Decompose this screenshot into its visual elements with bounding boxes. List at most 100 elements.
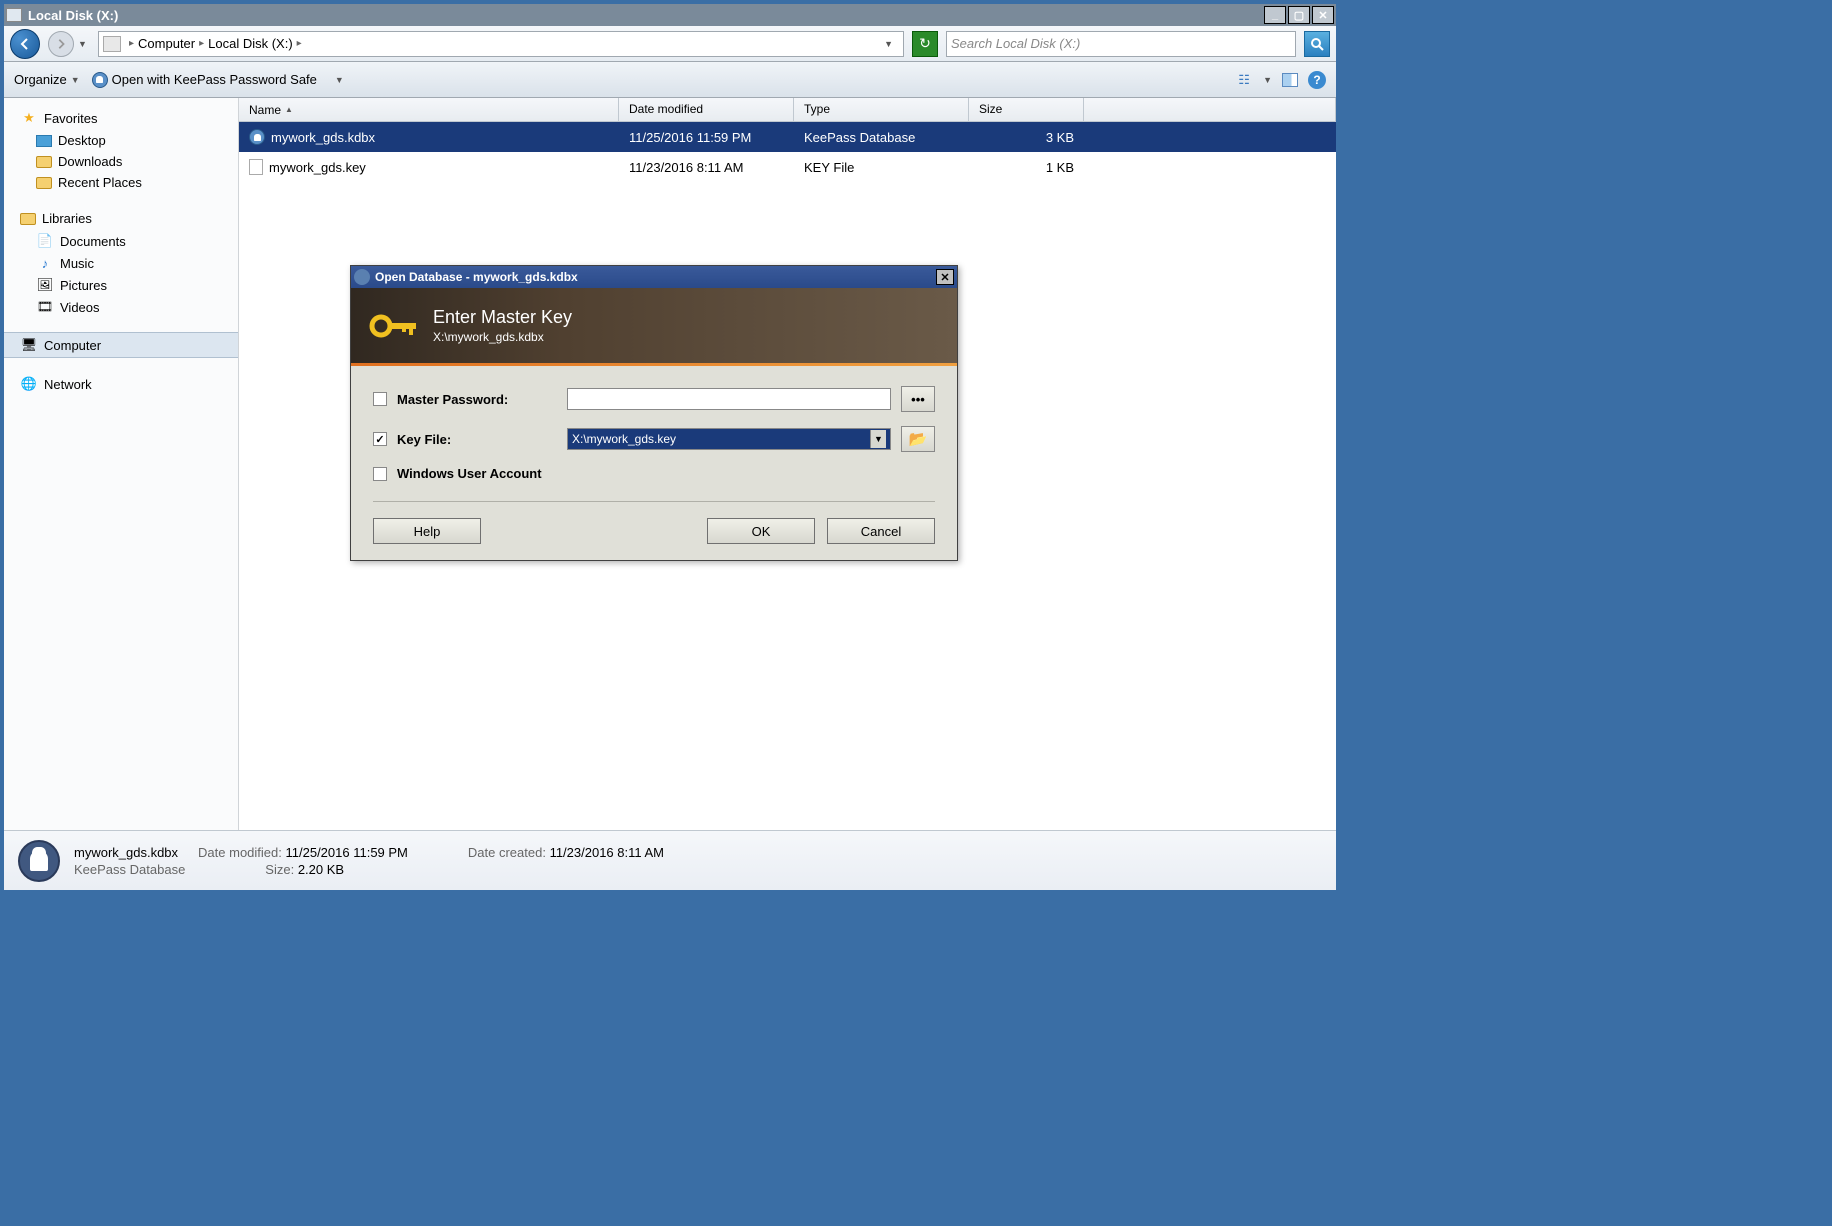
banner-subtitle: X:\mywork_gds.kdbx — [433, 330, 572, 344]
dropdown-icon: ▼ — [71, 75, 80, 85]
forward-button[interactable] — [48, 31, 74, 57]
sidebar-item-downloads[interactable]: Downloads — [4, 151, 238, 172]
computer-icon: 🖥 — [20, 337, 38, 353]
keepass-large-icon — [18, 840, 60, 882]
file-row[interactable]: mywork_gds.kdbx 11/25/2016 11:59 PM KeeP… — [239, 122, 1336, 152]
star-icon: ★ — [20, 110, 38, 126]
favorites-label: Favorites — [44, 111, 97, 126]
help-button[interactable]: Help — [373, 518, 481, 544]
sidebar-item-desktop[interactable]: Desktop — [4, 130, 238, 151]
windows-account-checkbox[interactable] — [373, 467, 387, 481]
organize-menu[interactable]: Organize ▼ — [14, 72, 80, 87]
breadcrumb-separator-icon: ▸ — [297, 38, 302, 49]
network-icon: 🌐 — [20, 376, 38, 392]
window-title: Local Disk (X:) — [28, 8, 1264, 23]
address-dropdown-icon[interactable]: ▼ — [878, 39, 899, 49]
key-icon — [369, 306, 419, 346]
sort-asc-icon: ▲ — [285, 105, 293, 114]
view-dropdown-icon[interactable]: ▼ — [1263, 75, 1272, 85]
view-options-icon[interactable]: ☷ — [1235, 71, 1253, 89]
sidebar-item-music[interactable]: ♪Music — [4, 252, 238, 274]
master-password-checkbox[interactable] — [373, 392, 387, 406]
titlebar: Local Disk (X:) _ ▢ ✕ — [4, 4, 1336, 26]
details-pane: mywork_gds.kdbx Date modified: 11/25/201… — [4, 830, 1336, 890]
sidebar-item-videos[interactable]: 🎞Videos — [4, 296, 238, 318]
sidebar-item-documents[interactable]: 📄Documents — [4, 230, 238, 252]
back-button[interactable] — [10, 29, 40, 59]
navigation-bar: ▼ ▸ Computer ▸ Local Disk (X:) ▸ ▼ ↻ Sea… — [4, 26, 1336, 62]
key-file-label: Key File: — [397, 432, 557, 447]
history-dropdown-icon[interactable]: ▼ — [78, 39, 90, 49]
favorites-header[interactable]: ★ Favorites — [4, 106, 238, 130]
folder-open-icon: 📂 — [909, 430, 928, 448]
search-input[interactable]: Search Local Disk (X:) — [946, 31, 1296, 57]
sidebar-item-computer[interactable]: 🖥 Computer — [4, 332, 238, 358]
libraries-label: Libraries — [42, 211, 92, 226]
dropdown-icon: ▼ — [335, 75, 344, 85]
libraries-icon — [20, 213, 36, 225]
recent-icon — [36, 177, 52, 189]
keepass-icon — [92, 72, 108, 88]
address-bar[interactable]: ▸ Computer ▸ Local Disk (X:) ▸ ▼ — [98, 31, 904, 57]
cancel-button[interactable]: Cancel — [827, 518, 935, 544]
search-placeholder: Search Local Disk (X:) — [951, 36, 1080, 51]
dialog-banner: Enter Master Key X:\mywork_gds.kdbx — [351, 288, 957, 363]
sidebar-item-pictures[interactable]: 🖼Pictures — [4, 274, 238, 296]
breadcrumb-computer[interactable]: Computer — [138, 36, 195, 51]
master-password-label: Master Password: — [397, 392, 557, 407]
keepass-file-icon — [249, 129, 265, 145]
drive-icon — [6, 8, 22, 22]
drive-icon — [103, 36, 121, 52]
downloads-icon — [36, 156, 52, 168]
libraries-header[interactable]: Libraries — [4, 207, 238, 230]
column-spacer — [1084, 98, 1336, 121]
organize-label: Organize — [14, 72, 67, 87]
ok-button[interactable]: OK — [707, 518, 815, 544]
file-icon — [249, 159, 263, 175]
keepass-icon — [354, 269, 370, 285]
navigation-pane: ★ Favorites Desktop Downloads Recent Pla… — [4, 98, 239, 830]
maximize-button[interactable]: ▢ — [1288, 6, 1310, 24]
minimize-button[interactable]: _ — [1264, 6, 1286, 24]
help-icon[interactable]: ? — [1308, 71, 1326, 89]
dialog-close-button[interactable]: ✕ — [936, 269, 954, 285]
desktop-icon — [36, 135, 52, 147]
open-with-button[interactable]: Open with KeePass Password Safe ▼ — [92, 72, 344, 88]
column-type[interactable]: Type — [794, 98, 969, 121]
sidebar-item-network[interactable]: 🌐 Network — [4, 372, 238, 396]
pictures-icon: 🖼 — [36, 277, 54, 293]
dialog-title: Open Database - mywork_gds.kdbx — [375, 270, 578, 284]
column-headers: Name ▲ Date modified Type Size — [239, 98, 1336, 122]
close-button[interactable]: ✕ — [1312, 6, 1334, 24]
documents-icon: 📄 — [36, 233, 54, 249]
videos-icon: 🎞 — [36, 299, 54, 315]
dialog-body: Master Password: ••• ✓ Key File: X:\mywo… — [351, 366, 957, 560]
search-button[interactable] — [1304, 31, 1330, 57]
column-name[interactable]: Name ▲ — [239, 98, 619, 121]
column-size[interactable]: Size — [969, 98, 1084, 121]
key-file-checkbox[interactable]: ✓ — [373, 432, 387, 446]
key-file-combo[interactable]: X:\mywork_gds.key ▼ — [567, 428, 891, 450]
music-icon: ♪ — [36, 255, 54, 271]
details-filename: mywork_gds.kdbx — [74, 845, 178, 860]
dialog-separator — [373, 501, 935, 502]
master-password-input[interactable] — [567, 388, 891, 410]
breadcrumb-separator-icon: ▸ — [199, 38, 204, 49]
show-password-button[interactable]: ••• — [901, 386, 935, 412]
open-database-dialog: Open Database - mywork_gds.kdbx ✕ Enter … — [350, 265, 958, 561]
sidebar-item-recent[interactable]: Recent Places — [4, 172, 238, 193]
windows-account-label: Windows User Account — [397, 466, 542, 481]
details-filetype: KeePass Database — [74, 862, 185, 877]
dialog-titlebar: Open Database - mywork_gds.kdbx ✕ — [351, 266, 957, 288]
file-row[interactable]: mywork_gds.key 11/23/2016 8:11 AM KEY Fi… — [239, 152, 1336, 182]
combo-dropdown-icon[interactable]: ▼ — [870, 430, 886, 448]
refresh-button[interactable]: ↻ — [912, 31, 938, 57]
toolbar: Organize ▼ Open with KeePass Password Sa… — [4, 62, 1336, 98]
column-date[interactable]: Date modified — [619, 98, 794, 121]
open-with-label: Open with KeePass Password Safe — [112, 72, 317, 87]
browse-key-file-button[interactable]: 📂 — [901, 426, 935, 452]
banner-title: Enter Master Key — [433, 307, 572, 328]
preview-pane-icon[interactable] — [1282, 73, 1298, 87]
breadcrumb-separator-icon: ▸ — [129, 38, 134, 49]
breadcrumb-current[interactable]: Local Disk (X:) — [208, 36, 293, 51]
